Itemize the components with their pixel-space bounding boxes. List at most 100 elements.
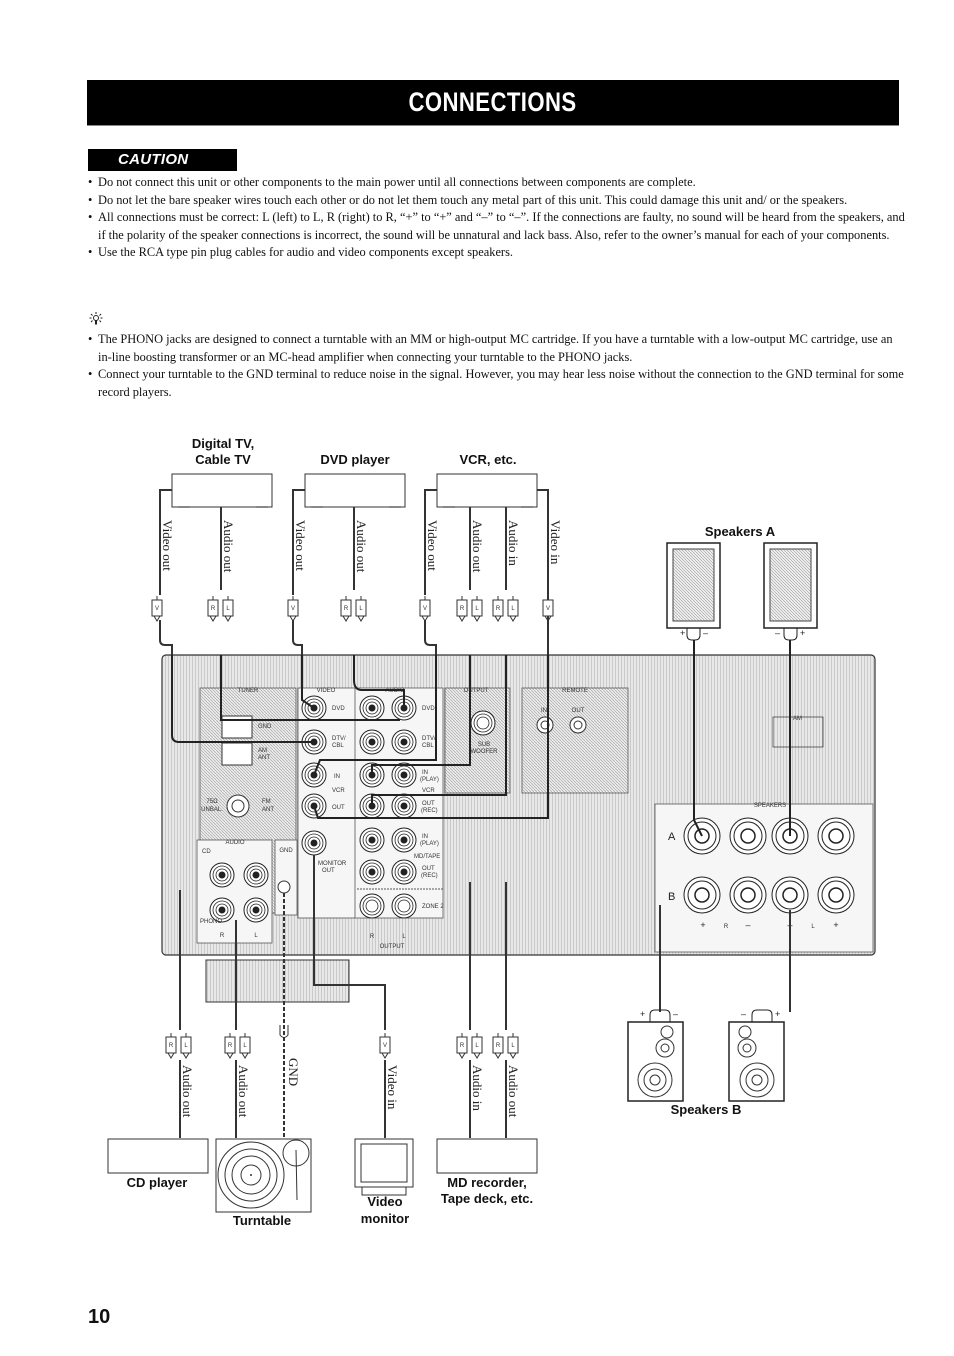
svg-text:PHONO: PHONO <box>200 919 222 925</box>
svg-text:GND: GND <box>286 1058 301 1086</box>
svg-text:R: R <box>460 606 465 612</box>
svg-text:OUT: OUT <box>422 866 435 872</box>
svg-text:TUNER: TUNER <box>238 688 259 694</box>
svg-text:+: + <box>800 628 805 638</box>
speaker-a-left: + – <box>666 542 721 641</box>
receiver-rear-panel: TUNER GND AM ANT 75Ω UNBAL. FM ANT VIDEO… <box>161 654 876 1003</box>
device-video-monitor: Video monitor <box>354 1138 414 1226</box>
svg-text:Audio out: Audio out <box>236 1065 251 1118</box>
svg-text:R: R <box>370 934 375 940</box>
svg-text:AM: AM <box>793 716 802 722</box>
speakers-a-label: Speakers A <box>705 524 776 539</box>
svg-text:OUTPUT: OUTPUT <box>464 688 489 694</box>
svg-text:Audio in: Audio in <box>470 1065 485 1111</box>
top-plugs: V R L V R L V R L R L V <box>151 595 554 622</box>
svg-text:–: – <box>745 920 750 930</box>
svg-text:ANT: ANT <box>262 807 274 813</box>
cable-label: Audio out <box>221 520 236 573</box>
svg-text:+: + <box>680 628 685 638</box>
svg-text:ZONE 2: ZONE 2 <box>422 904 444 910</box>
svg-text:Audio out: Audio out <box>180 1065 195 1118</box>
svg-text:SUB: SUB <box>478 742 490 748</box>
svg-text:(REC): (REC) <box>421 873 438 879</box>
device-turntable: Turntable <box>215 1138 312 1228</box>
svg-text:R: R <box>344 606 349 612</box>
cable-label: Audio out <box>354 520 369 573</box>
svg-text:V: V <box>155 606 159 612</box>
svg-text:R: R <box>220 933 225 939</box>
svg-text:+: + <box>700 920 705 930</box>
device-label: DVD player <box>320 452 389 467</box>
speaker-b-right: – + <box>728 1009 785 1102</box>
svg-text:WOOFER: WOOFER <box>471 749 499 755</box>
svg-text:AM: AM <box>258 748 267 754</box>
svg-text:Turntable: Turntable <box>233 1213 291 1228</box>
svg-text:B: B <box>668 891 675 903</box>
top-cables <box>159 489 549 655</box>
svg-text:V: V <box>291 606 295 612</box>
svg-text:(PLAY): (PLAY) <box>420 777 439 783</box>
svg-text:CD: CD <box>202 849 211 855</box>
svg-text:R: R <box>496 1043 501 1049</box>
svg-text:ANT: ANT <box>258 755 270 761</box>
svg-text:IN: IN <box>422 834 428 840</box>
svg-text:R: R <box>228 1043 233 1049</box>
svg-text:OUT: OUT <box>422 801 435 807</box>
svg-text:Tape deck, etc.: Tape deck, etc. <box>441 1191 533 1206</box>
svg-text:GND: GND <box>258 724 272 730</box>
svg-text:FM: FM <box>262 799 271 805</box>
svg-text:MD recorder,: MD recorder, <box>447 1175 526 1190</box>
svg-text:R: R <box>496 606 501 612</box>
svg-text:V: V <box>383 1043 387 1049</box>
svg-text:MONITOR: MONITOR <box>318 861 347 867</box>
page-number: 10 <box>88 1306 111 1328</box>
svg-text:CD player: CD player <box>127 1175 188 1190</box>
svg-text:OUT: OUT <box>572 708 585 714</box>
svg-text:(PLAY): (PLAY) <box>420 841 439 847</box>
device-label: Digital TV, <box>192 436 254 451</box>
svg-text:+: + <box>775 1009 780 1019</box>
svg-text:OUT: OUT <box>332 805 345 811</box>
cable-label: Audio out <box>470 520 485 573</box>
svg-text:DTV/: DTV/ <box>332 736 346 742</box>
svg-text:Video in: Video in <box>385 1065 400 1110</box>
svg-text:CBL: CBL <box>332 743 344 749</box>
svg-text:–: – <box>703 628 708 638</box>
svg-text:–: – <box>775 628 780 638</box>
svg-text:monitor: monitor <box>361 1211 409 1226</box>
svg-text:VCR: VCR <box>422 788 435 794</box>
svg-text:R: R <box>169 1043 174 1049</box>
device-md-recorder: MD recorder, Tape deck, etc. <box>436 1138 538 1206</box>
device-digital-tv: Digital TV, Cable TV <box>171 436 273 508</box>
bottom-plugs: R L R L V R L R L <box>165 1025 519 1059</box>
svg-text:R: R <box>211 606 216 612</box>
svg-text:OUT: OUT <box>322 868 335 874</box>
svg-text:–: – <box>741 1009 746 1019</box>
svg-text:CBL: CBL <box>422 743 434 749</box>
svg-text:VCR: VCR <box>332 788 345 794</box>
svg-text:75Ω: 75Ω <box>206 799 218 805</box>
svg-text:V: V <box>423 606 427 612</box>
device-vcr: VCR, etc. <box>436 452 538 508</box>
svg-text:IN: IN <box>334 774 340 780</box>
svg-text:+: + <box>640 1009 645 1019</box>
svg-text:MD/TAPE: MD/TAPE <box>414 854 440 860</box>
svg-text:V: V <box>546 606 550 612</box>
connection-diagram: Digital TV, Cable TV DVD player VCR, etc… <box>107 436 876 1228</box>
cable-label: Video out <box>160 520 175 571</box>
svg-text:IN: IN <box>541 708 547 714</box>
svg-text:DVD: DVD <box>332 706 345 712</box>
device-cd-player: CD player <box>107 1138 209 1190</box>
svg-text:R: R <box>460 1043 465 1049</box>
cable-label: Video out <box>425 520 440 571</box>
device-label: VCR, etc. <box>459 452 516 467</box>
device-dvd-player: DVD player <box>304 452 406 508</box>
device-label: Cable TV <box>195 452 251 467</box>
svg-text:REMOTE: REMOTE <box>562 688 588 694</box>
svg-text:IN: IN <box>422 770 428 776</box>
cable-label: Audio in <box>506 520 521 566</box>
svg-text:SPEAKERS: SPEAKERS <box>754 803 786 809</box>
svg-text:AUDIO: AUDIO <box>225 840 244 846</box>
cable-label: Video in <box>548 520 563 565</box>
cable-label: Video out <box>293 520 308 571</box>
